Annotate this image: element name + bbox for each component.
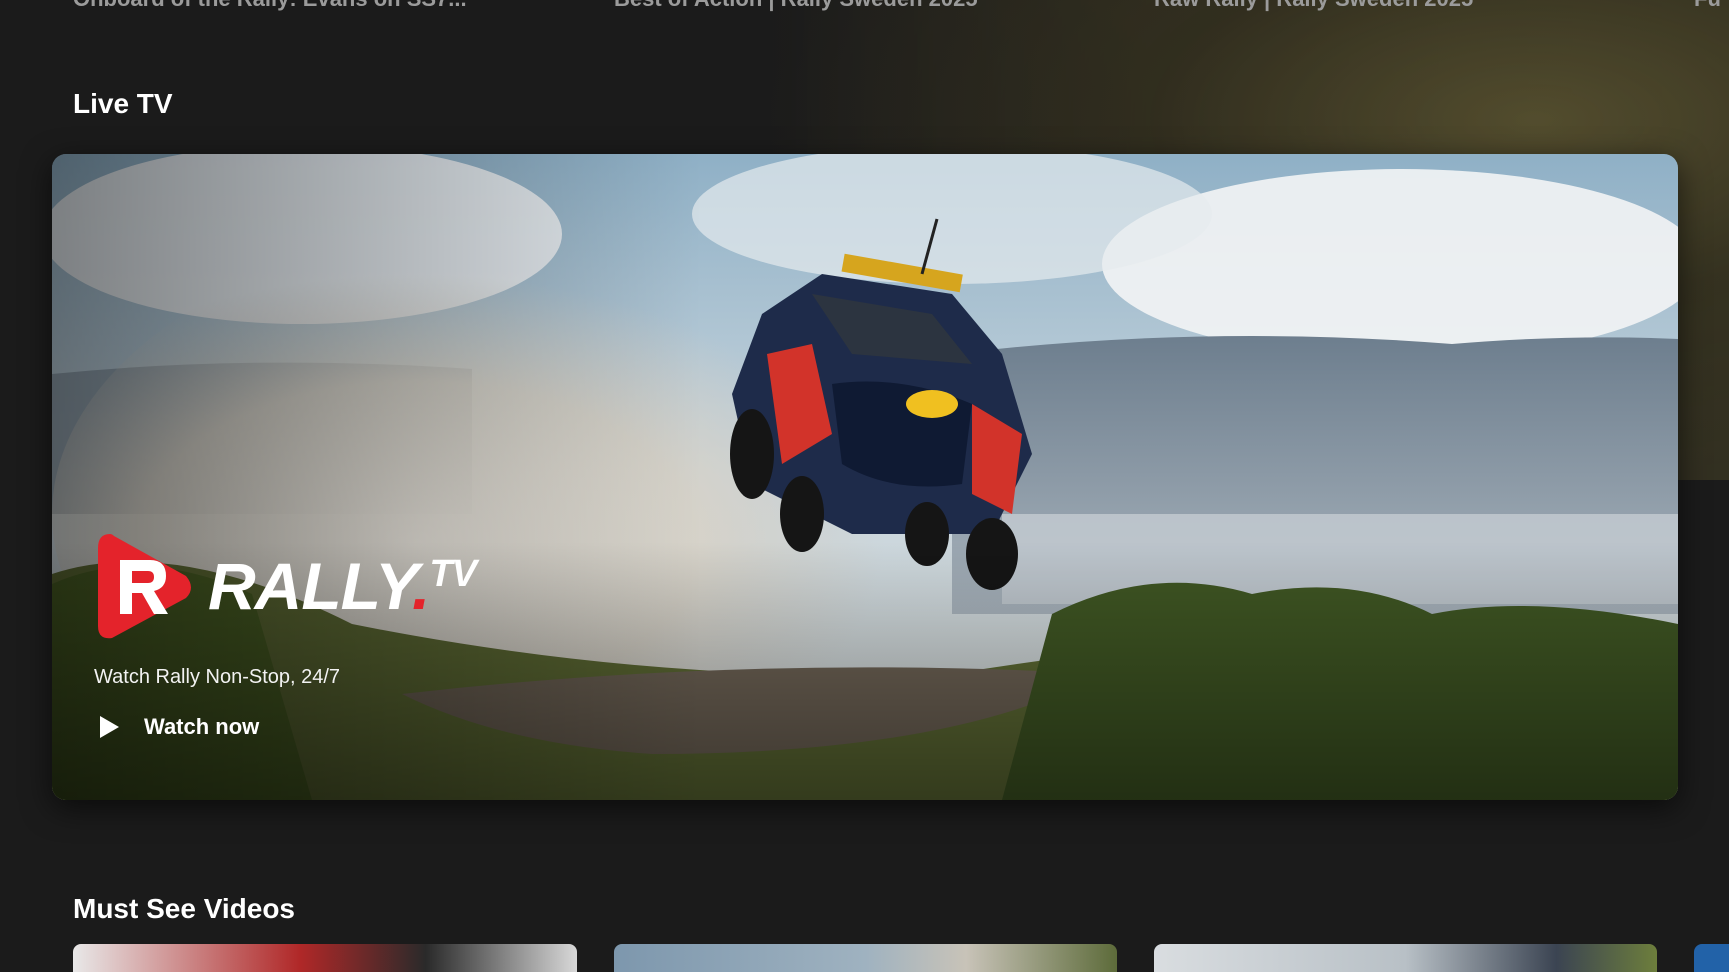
top-video-row: Onboard of the Rally: Evans on SS7... Be… [0,0,1729,16]
video-thumbnail[interactable] [1694,944,1729,972]
watch-now-label: Watch now [144,714,260,739]
live-tv-hero-card[interactable]: RALLY.TV Watch Rally Non-Stop, 24/7 Watc… [52,154,1678,800]
rally-tv-logo-icon [98,534,191,639]
watch-now-button[interactable]: Watch now [92,710,265,744]
rally-tv-wordmark: RALLY.TV [208,553,477,619]
hero-rally-photo [52,154,1678,800]
rally-tv-logo: RALLY.TV [92,530,477,642]
app-page: Onboard of the Rally: Evans on SS7... Be… [0,0,1729,972]
video-thumbnail[interactable] [1154,944,1657,972]
video-thumbnail[interactable] [614,944,1117,972]
must-see-heading: Must See Videos [73,893,296,924]
video-title[interactable]: Raw Rally | Rally Sweden 2025 [1154,0,1473,12]
hero-subtitle: Watch Rally Non-Stop, 24/7 [94,666,341,688]
video-title[interactable]: Fu [1694,0,1721,12]
must-see-row [0,944,1729,972]
live-tv-heading: Live TV [73,88,173,119]
logo-dot: . [412,549,430,623]
logo-word: RALLY [208,549,413,623]
play-icon [100,716,119,738]
video-thumbnail[interactable] [73,944,577,972]
video-title[interactable]: Best of Action | Rally Sweden 2025 [614,0,978,12]
logo-tv: TV [429,553,477,595]
video-title[interactable]: Onboard of the Rally: Evans on SS7... [73,0,467,12]
